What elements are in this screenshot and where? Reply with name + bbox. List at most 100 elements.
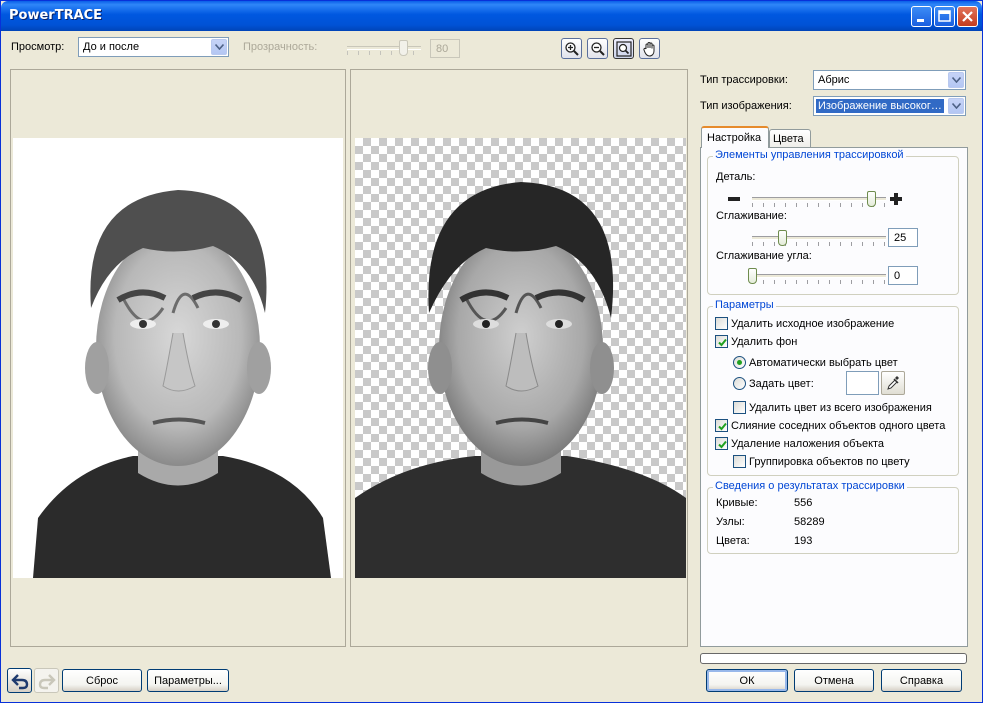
remove-overlap-label[interactable]: Удаление наложения объекта (731, 438, 884, 450)
close-button[interactable] (957, 6, 978, 27)
transparency-label: Прозрачность: (243, 41, 318, 53)
group-by-color-checkbox[interactable] (733, 455, 746, 468)
corner-smoothing-ticks (752, 280, 886, 284)
trace-controls-legend: Элементы управления трассировкой (713, 149, 906, 161)
dropdown-arrow[interactable] (948, 98, 964, 114)
checkmark-icon (718, 422, 727, 431)
pan-button[interactable] (639, 38, 660, 59)
zoom-out-icon (591, 42, 605, 56)
delete-original-label[interactable]: Удалить исходное изображение (731, 318, 894, 330)
plus-icon (890, 193, 902, 205)
pan-hand-icon (643, 42, 655, 57)
corner-smoothing-track (752, 274, 886, 278)
detail-track (752, 197, 886, 201)
radio-selected-dot (737, 360, 742, 365)
merge-adjacent-checkbox[interactable] (715, 419, 728, 432)
options-group: Параметры Удалить исходное изображение У… (707, 299, 959, 476)
corner-smoothing-value: 0 (894, 270, 901, 282)
after-preview-pane[interactable] (350, 69, 688, 647)
curves-label: Кривые: (716, 497, 758, 509)
ok-button[interactable]: ОК (706, 669, 788, 692)
eyedropper-button[interactable] (881, 371, 905, 395)
detail-ticks (752, 203, 886, 207)
auto-color-radio[interactable] (733, 356, 746, 369)
chevron-down-icon (952, 77, 961, 83)
remove-background-label[interactable]: Удалить фон (731, 336, 797, 348)
delete-original-checkbox[interactable] (715, 317, 728, 330)
minimize-button[interactable] (911, 6, 932, 27)
tab-settings-label: Настройка (707, 132, 762, 144)
original-portrait-image (33, 190, 331, 578)
transparency-value-box: 80 (430, 39, 460, 58)
options-button[interactable]: Параметры... (147, 669, 229, 692)
smoothing-track (752, 236, 886, 240)
image-type-dropdown[interactable]: Изображение высоког… (813, 96, 966, 116)
image-type-label: Тип изображения: (700, 100, 792, 112)
corner-smoothing-input[interactable]: 0 (888, 266, 918, 285)
chevron-down-icon (215, 44, 224, 50)
corner-smoothing-slider-thumb[interactable] (748, 268, 757, 284)
smoothing-input[interactable]: 25 (888, 228, 918, 247)
image-type-value: Изображение высоког… (816, 99, 944, 113)
transparency-ticks (347, 51, 421, 55)
tab-colors-label: Цвета (773, 133, 804, 145)
preview-dropdown[interactable]: До и после (78, 37, 229, 57)
remove-color-entire-checkbox[interactable] (733, 401, 746, 414)
remove-background-checkbox[interactable] (715, 335, 728, 348)
eyedropper-icon (887, 376, 899, 390)
redo-icon (38, 674, 56, 690)
cancel-button-label: Отмена (814, 675, 854, 687)
color-swatch[interactable] (846, 371, 879, 395)
undo-icon (11, 674, 29, 690)
help-button[interactable]: Справка (881, 669, 962, 692)
colors-value: 193 (794, 535, 813, 547)
auto-color-label[interactable]: Автоматически выбрать цвет (749, 357, 898, 369)
undo-button[interactable] (7, 668, 32, 693)
trace-type-label: Тип трассировки: (700, 74, 788, 86)
preview-label: Просмотр: (11, 41, 65, 53)
trace-progress-bar (700, 653, 967, 664)
transparency-thumb[interactable] (399, 40, 408, 56)
zoom-out-button[interactable] (587, 38, 608, 59)
maximize-icon (938, 10, 951, 22)
minus-icon (728, 197, 740, 201)
curves-value: 556 (794, 497, 813, 509)
specify-color-label[interactable]: Задать цвет: (749, 378, 814, 390)
redo-button[interactable] (34, 668, 59, 693)
remove-color-entire-label[interactable]: Удалить цвет из всего изображения (749, 402, 932, 414)
maximize-button[interactable] (934, 6, 955, 27)
powertrace-window: PowerTRACE Просмотр: До и после Прозрачн… (0, 0, 983, 703)
merge-adjacent-label[interactable]: Слияние соседних объектов одного цвета (731, 420, 945, 432)
detail-label: Деталь: (716, 171, 756, 183)
detail-slider-thumb[interactable] (867, 191, 876, 207)
reset-button-label: Сброс (86, 675, 118, 687)
zoom-in-icon (565, 42, 579, 56)
nodes-value: 58289 (794, 516, 825, 528)
tab-settings[interactable]: Настройка (701, 126, 769, 148)
before-preview-pane[interactable] (10, 69, 346, 647)
title-bar[interactable]: PowerTRACE (1, 1, 982, 31)
minimize-icon (917, 19, 924, 22)
trace-type-dropdown[interactable]: Абрис (813, 70, 966, 90)
reset-button[interactable]: Сброс (62, 669, 142, 692)
cancel-button[interactable]: Отмена (794, 669, 874, 692)
fit-to-window-icon (616, 41, 632, 57)
ok-button-label: ОК (739, 675, 755, 687)
dropdown-arrow[interactable] (948, 72, 964, 88)
traced-portrait-image (355, 182, 686, 578)
settings-tab-panel: Элементы управления трассировкой Деталь:… (700, 147, 968, 647)
smoothing-slider-thumb[interactable] (778, 230, 787, 246)
zoom-in-button[interactable] (561, 38, 582, 59)
dropdown-arrow[interactable] (211, 39, 227, 55)
fit-to-window-button[interactable] (613, 38, 634, 59)
group-by-color-label[interactable]: Группировка объектов по цвету (749, 456, 910, 468)
smoothing-value: 25 (894, 232, 907, 244)
trace-results-legend: Сведения о результатах трассировки (713, 480, 907, 492)
transparency-track (347, 46, 421, 50)
specify-color-radio[interactable] (733, 377, 746, 390)
preview-value: До и после (83, 41, 140, 53)
remove-overlap-checkbox[interactable] (715, 437, 728, 450)
window-title: PowerTRACE (9, 8, 103, 23)
colors-label: Цвета: (716, 535, 750, 547)
help-button-label: Справка (899, 675, 944, 687)
